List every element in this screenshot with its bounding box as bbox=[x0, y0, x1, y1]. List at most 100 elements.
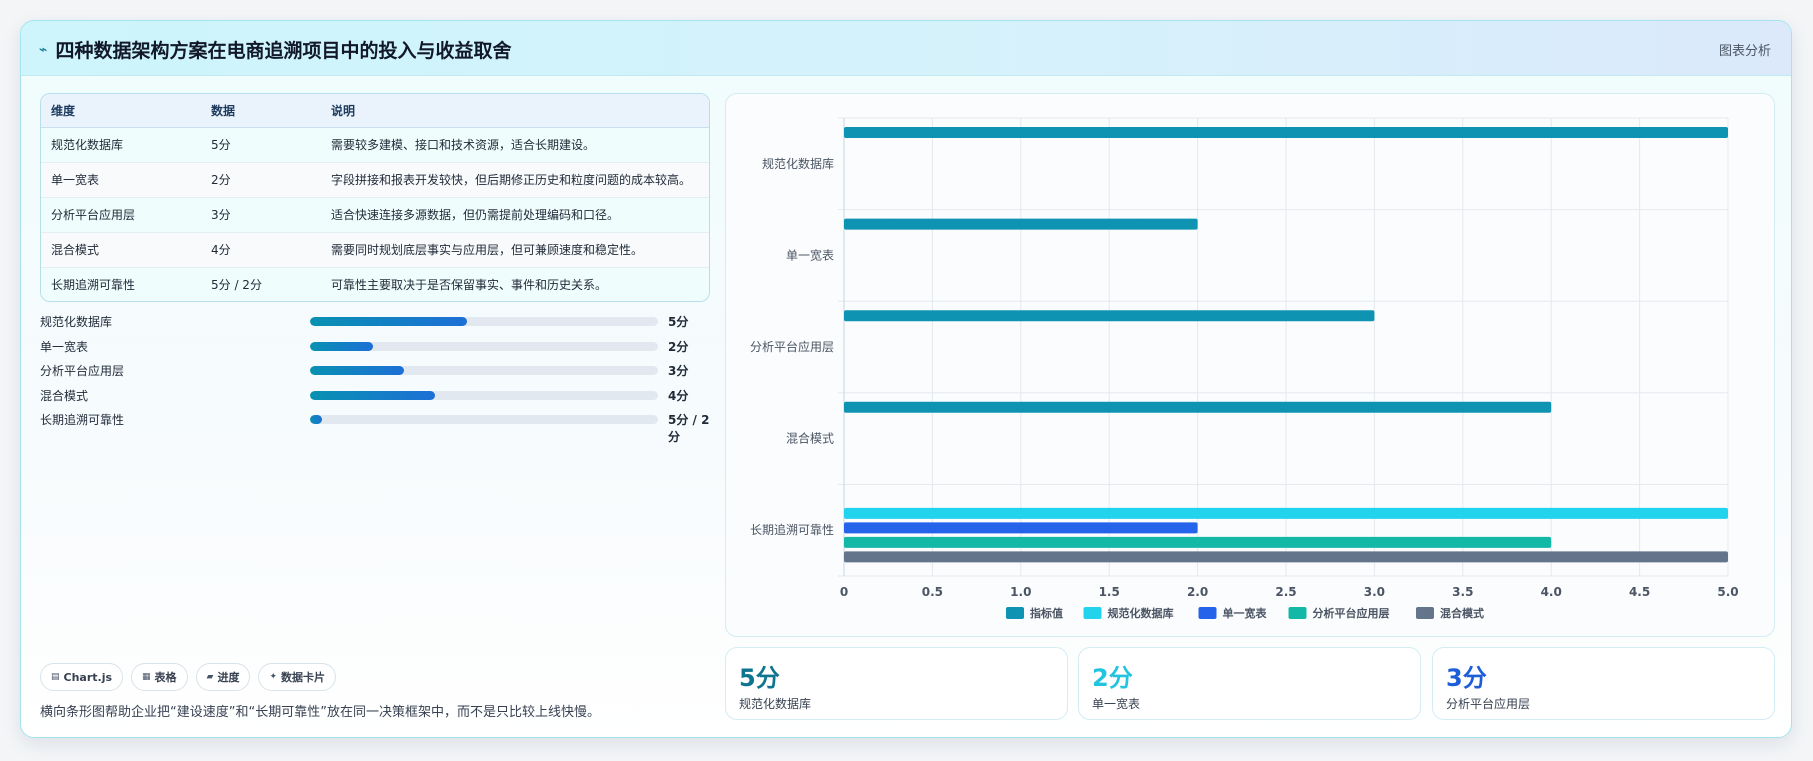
table-cell: 混合模式 bbox=[41, 232, 201, 268]
legend-label: 规范化数据库 bbox=[1108, 606, 1174, 620]
bar bbox=[844, 127, 1728, 138]
bar bbox=[844, 507, 1728, 519]
bar bbox=[844, 310, 1375, 322]
progress-track bbox=[310, 317, 658, 326]
progress-value: 2分 bbox=[668, 339, 689, 354]
legend-label: 指标值 bbox=[1030, 606, 1063, 620]
progress-label: 长期追溯可靠性 bbox=[40, 413, 125, 427]
progress-value: 4分 bbox=[668, 388, 689, 403]
x-tick-label: 3.0 bbox=[1364, 585, 1385, 599]
table-header-row: 维度 数据 说明 bbox=[41, 94, 709, 128]
table-cell: 字段拼接和报表开发较快，但后期修正历史和粒度问题的成本较高。 bbox=[321, 162, 709, 198]
trend-line-icon: ⌁ bbox=[39, 41, 48, 58]
table-cell: 需要较多建模、接口和技术资源，适合长期建设。 bbox=[321, 127, 709, 163]
stat-value: 2分 bbox=[1092, 664, 1133, 692]
chart-icon: ▤ bbox=[51, 672, 60, 682]
legend-swatch bbox=[1083, 607, 1102, 619]
progress-row: 单一宽表 2分 bbox=[40, 336, 720, 361]
column-header-dimension: 维度 bbox=[41, 94, 201, 128]
progress-fill bbox=[310, 390, 436, 400]
legend-swatch bbox=[1198, 607, 1217, 619]
bar bbox=[844, 551, 1728, 563]
chip-data-card[interactable]: ✦ 数据卡片 bbox=[258, 663, 337, 691]
progress-fill bbox=[310, 317, 467, 326]
chart-caption: 横向条形图帮助企业把“建设速度”和“长期可靠性”放在同一决策框架中，而不是只比较… bbox=[40, 705, 600, 720]
table-cell: 4分 bbox=[201, 232, 321, 268]
chip-label: 表格 bbox=[154, 671, 177, 684]
sparkle-icon: ✦ bbox=[269, 672, 278, 682]
y-tick-label: 分析平台应用层 bbox=[750, 339, 834, 354]
stat-value: 3分 bbox=[1446, 664, 1487, 692]
column-header-data: 数据 bbox=[201, 94, 321, 128]
column-header-description: 说明 bbox=[321, 94, 709, 128]
legend-swatch bbox=[1288, 607, 1307, 619]
table-row: 混合模式 4分 需要同时规划底层事实与应用层，但可兼顾速度和稳定性。 bbox=[41, 232, 709, 268]
x-tick-label: 3.5 bbox=[1452, 585, 1473, 599]
stat-label: 规范化数据库 bbox=[739, 697, 812, 711]
x-tick-label: 2.5 bbox=[1275, 585, 1296, 599]
progress-track bbox=[310, 341, 658, 351]
stat-label: 分析平台应用层 bbox=[1446, 697, 1531, 711]
progress-icon: ▰ bbox=[206, 672, 214, 682]
y-tick-label: 混合模式 bbox=[786, 431, 834, 446]
progress-label: 分析平台应用层 bbox=[40, 364, 125, 378]
legend-label: 分析平台应用层 bbox=[1313, 606, 1390, 620]
bar-chart: 规范化数据库单一宽表分析平台应用层混合模式长期追溯可靠性0 0.5 1.0 1.5 2.… bbox=[750, 117, 1739, 620]
table-cell: 分析平台应用层 bbox=[41, 197, 201, 233]
y-tick-label: 规范化数据库 bbox=[762, 156, 834, 171]
bar bbox=[844, 522, 1198, 534]
x-tick-label: 1.5 bbox=[1099, 585, 1120, 599]
legend-swatch bbox=[1416, 607, 1434, 619]
y-tick-label: 单一宽表 bbox=[786, 247, 834, 262]
progress-list: 规范化数据库 5分 单一宽表 2分 分析平台应用层 3分 混合模式 4分 长期追… bbox=[40, 311, 720, 444]
chart-panel: 规范化数据库 单一宽表 分析平台应用层 混合模式 长期追溯可靠性 0 0.5 1.0 1.5 2.… bbox=[725, 93, 1775, 637]
chart-analysis-link[interactable]: 图表分析 bbox=[1719, 40, 1771, 59]
progress-label: 规范化数据库 bbox=[40, 315, 113, 329]
stat-label: 单一宽表 bbox=[1092, 697, 1141, 711]
table-cell: 单一宽表 bbox=[41, 162, 201, 198]
progress-value: 5分 bbox=[668, 315, 689, 329]
chip-label: 数据卡片 bbox=[281, 671, 326, 684]
chip-progress[interactable]: ▰ 进度 bbox=[195, 663, 251, 691]
x-tick-label: 1.0 bbox=[1010, 585, 1031, 599]
progress-fill bbox=[310, 366, 404, 375]
progress-row: 分析平台应用层 3分 bbox=[40, 360, 720, 385]
table-cell: 5分 / 2分 bbox=[201, 267, 321, 301]
data-table: 维度 数据 说明 规范化数据库 5分 需要较多建模、接口和技术资源，适合长期建设… bbox=[40, 93, 710, 302]
progress-track bbox=[310, 366, 658, 375]
stat-card: 2分 单一宽表 bbox=[1078, 647, 1421, 720]
table-cell: 长期追溯可靠性 bbox=[41, 267, 201, 301]
table-cell: 2分 bbox=[201, 162, 321, 198]
page-title-text: 四种数据架构方案在电商追溯项目中的投入与收益取舍 bbox=[55, 40, 512, 62]
stat-card: 5分 规范化数据库 bbox=[725, 647, 1068, 720]
table-cell: 3分 bbox=[201, 197, 321, 233]
page-title: ⌁ 四种数据架构方案在电商追溯项目中的投入与收益取舍 bbox=[39, 36, 511, 63]
legend-swatch bbox=[1006, 607, 1024, 619]
chip-table[interactable]: ▦ 表格 bbox=[131, 663, 188, 691]
progress-label: 单一宽表 bbox=[40, 339, 89, 354]
progress-track bbox=[310, 390, 658, 400]
chip-label: 进度 bbox=[217, 671, 240, 684]
legend-label: 混合模式 bbox=[1440, 606, 1484, 620]
dashboard-card: ⌁ 四种数据架构方案在电商追溯项目中的投入与收益取舍 图表分析 维度 数据 说明… bbox=[20, 20, 1792, 738]
x-tick-label: 0 bbox=[840, 585, 848, 599]
y-tick-label: 长期追溯可靠性 bbox=[750, 522, 834, 537]
bar bbox=[844, 401, 1552, 413]
table-cell: 5分 bbox=[201, 127, 321, 163]
progress-label: 混合模式 bbox=[40, 388, 89, 403]
progress-fill bbox=[310, 341, 373, 351]
card-header: ⌁ 四种数据架构方案在电商追溯项目中的投入与收益取舍 图表分析 bbox=[21, 21, 1791, 76]
stat-card: 3分 分析平台应用层 bbox=[1432, 647, 1775, 720]
bar bbox=[844, 218, 1198, 230]
feature-chips: ▤ Chart.js ▦ 表格 ▰ 进度 ✦ 数据卡片 bbox=[40, 663, 337, 691]
chip-chartjs[interactable]: ▤ Chart.js bbox=[40, 663, 124, 691]
table-cell: 需要同时规划底层事实与应用层，但可兼顾速度和稳定性。 bbox=[321, 232, 709, 268]
stat-value: 5分 bbox=[739, 664, 780, 692]
table-row: 长期追溯可靠性 5分 / 2分 可靠性主要取决于是否保留事实、事件和历史关系。 bbox=[41, 267, 709, 301]
progress-track bbox=[310, 415, 658, 424]
progress-row: 长期追溯可靠性 5分 / 2分 bbox=[40, 409, 720, 444]
x-tick-label: 4.0 bbox=[1541, 585, 1562, 599]
progress-value: 3分 bbox=[668, 364, 689, 378]
table-cell: 规范化数据库 bbox=[41, 127, 201, 163]
x-tick-label: 2.0 bbox=[1187, 585, 1208, 599]
